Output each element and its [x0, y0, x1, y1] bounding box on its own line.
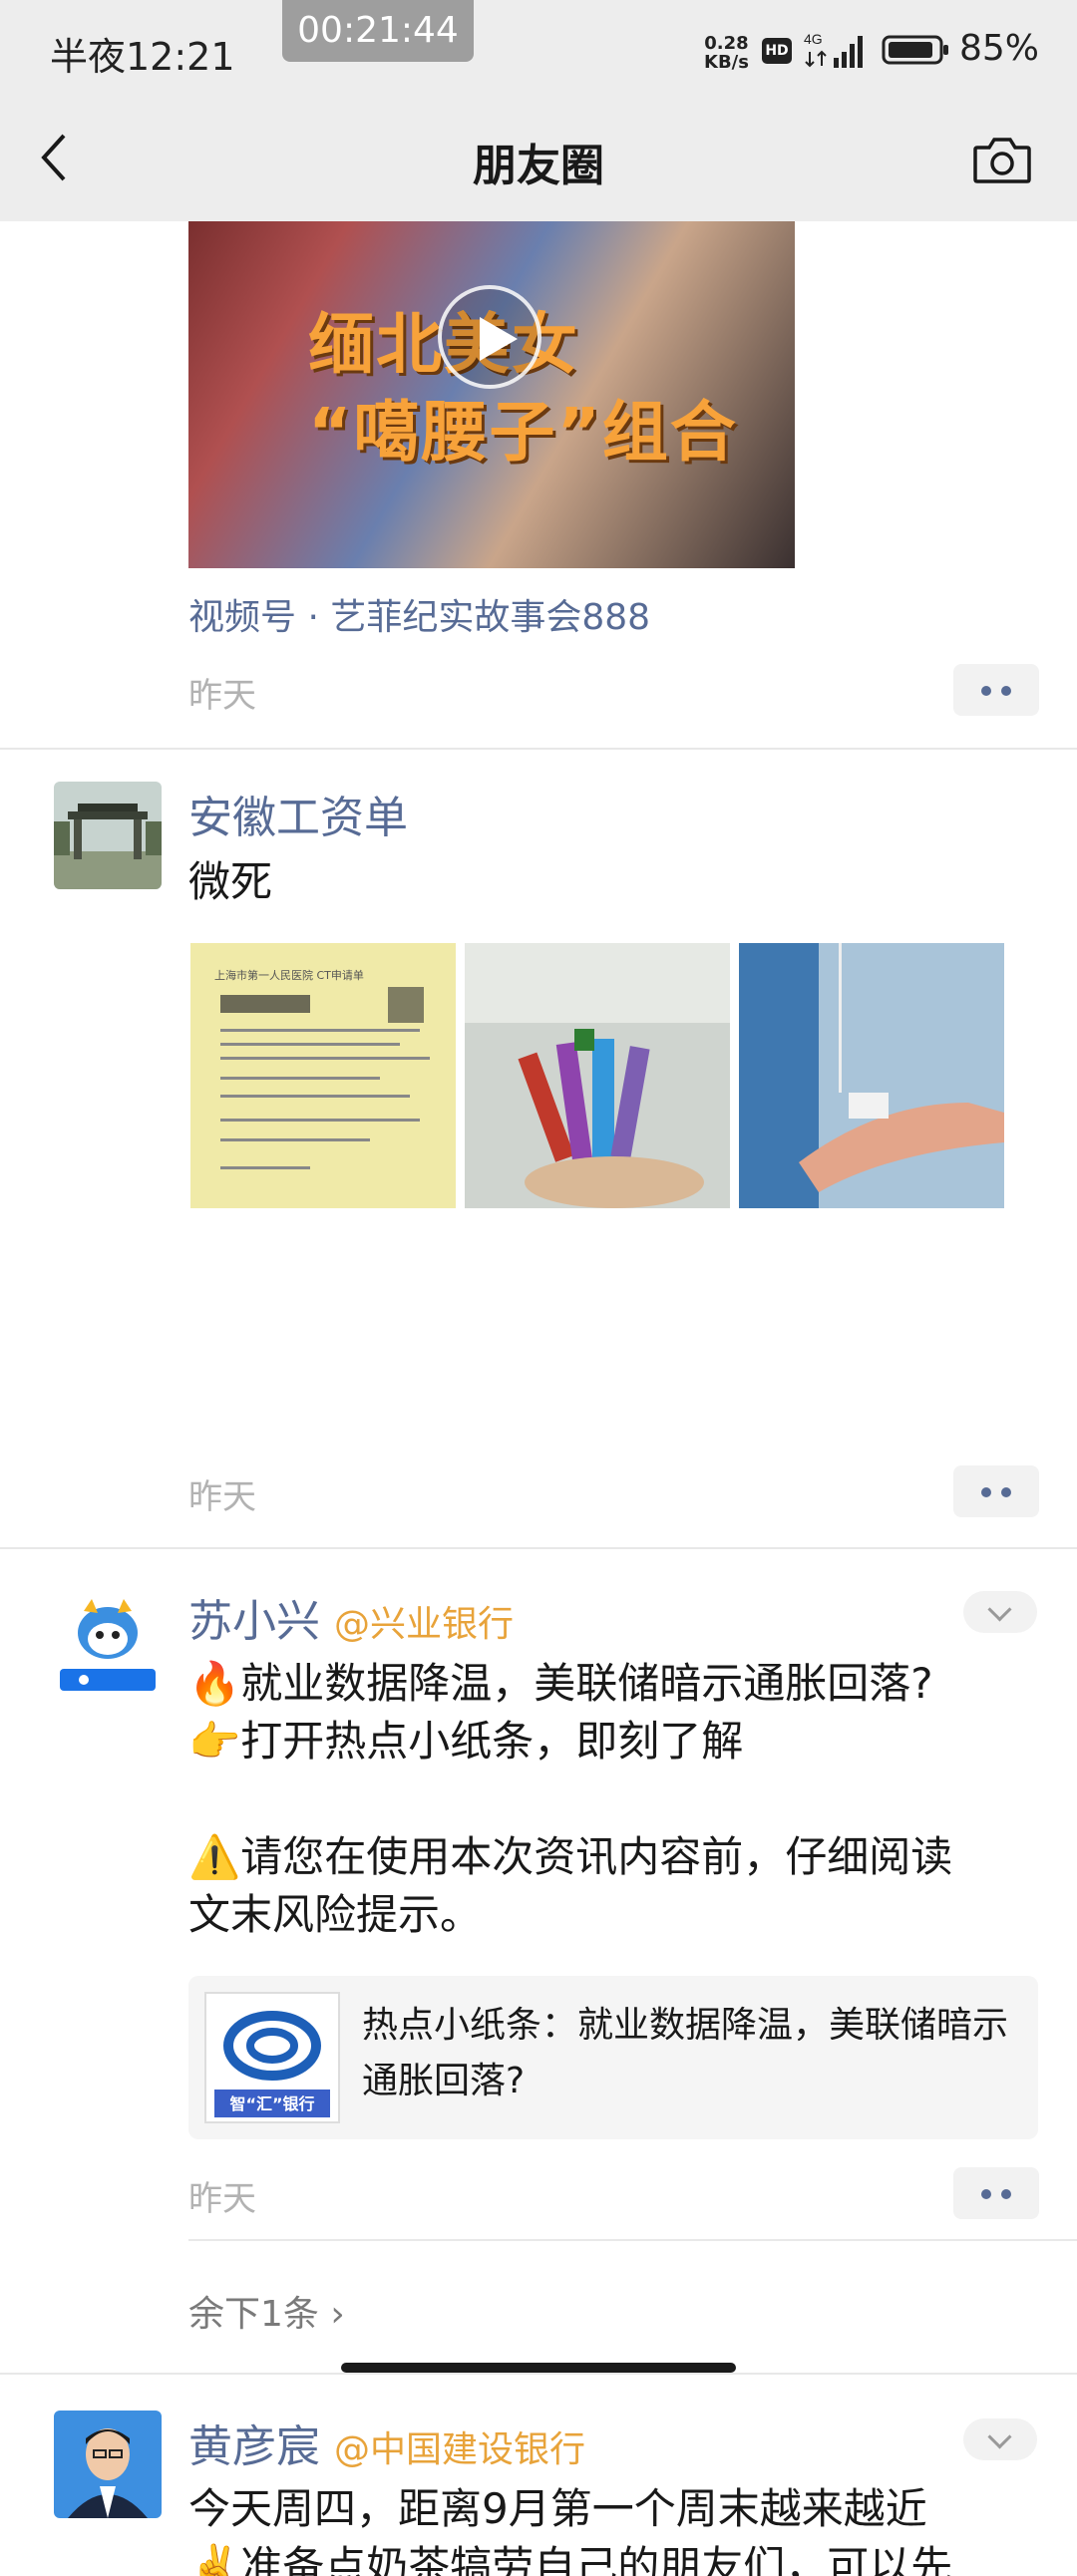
hd-badge: HD [762, 38, 792, 64]
post-text-line: 🔥就业数据降温，美联储暗示通胀回落? [188, 1659, 933, 1708]
network-type: 4G [804, 31, 823, 47]
author-name[interactable]: 安徽工资单 [188, 782, 408, 845]
author-handle[interactable]: @兴业银行 [334, 1604, 514, 1645]
photo[interactable]: 上海市第一人民医院 CT申请单 [190, 943, 456, 1208]
avatar[interactable] [54, 1589, 162, 1697]
post-time: 昨天 [188, 2179, 256, 2219]
battery-percent: 85% [959, 28, 1040, 69]
collapse-chevron-button[interactable] [963, 2418, 1037, 2460]
avatar-gate-image [54, 782, 162, 889]
divider [0, 1547, 1077, 1549]
post-text: 微死 [188, 857, 273, 906]
card-brand: 智“汇”银行 [229, 2094, 314, 2113]
network-speed: 0.28 KB/s [704, 34, 749, 72]
net-speed-unit: KB/s [704, 52, 749, 73]
post-time: 昨天 [188, 1477, 256, 1517]
camera-icon[interactable] [971, 136, 1033, 185]
top-bar: 半夜12:21 00:21:44 0.28 KB/s HD 4G 85% 朋友圈 [0, 0, 1077, 221]
nav-bar: 朋友圈 [0, 100, 1077, 221]
divider [188, 2239, 1077, 2241]
screen-record-timer[interactable]: 00:21:44 [282, 0, 474, 62]
post-text-line: ⚠️请您在使用本次资讯内容前，仔细阅读 [188, 1832, 953, 1881]
more-options-button[interactable] [953, 664, 1039, 716]
status-bar: 半夜12:21 00:21:44 0.28 KB/s HD 4G 85% [0, 0, 1077, 100]
divider [0, 2373, 1077, 2375]
avatar[interactable] [54, 782, 162, 889]
divider [0, 748, 1077, 750]
more-options-button[interactable] [953, 2167, 1039, 2219]
avatar-portrait-image [54, 2411, 162, 2518]
signal-icon: 4G [804, 31, 863, 68]
author-name[interactable]: 黄彦宸 @中国建设银行 [188, 2411, 585, 2474]
blood-tubes-image [465, 943, 730, 1208]
post-text-line: 👉打开热点小纸条，即刻了解 [188, 1717, 744, 1766]
author-name-text: 苏小兴 [188, 1596, 320, 1647]
avatar[interactable] [54, 2411, 162, 2518]
photo-grid: 上海市第一人民医院 CT申请单 [190, 943, 1008, 1208]
play-icon[interactable] [438, 285, 541, 389]
photo[interactable] [465, 943, 730, 1208]
remaining-posts-link[interactable]: 余下1条 › [188, 2285, 345, 2337]
page-title: 朋友圈 [473, 141, 604, 191]
bank-logo-icon: 智“汇”银行 [204, 1992, 340, 2123]
post-text: 🔥就业数据降温，美联储暗示通胀回落? 👉打开热点小纸条，即刻了解 ⚠️请您在使用… [188, 1655, 1036, 1944]
post-time: 昨天 [188, 676, 256, 716]
author-name-text: 黄彦宸 [188, 2421, 320, 2472]
video-overlay-text: “噶腰子”组合 [308, 394, 738, 471]
more-options-button[interactable] [953, 1465, 1039, 1517]
avatar-mascot-image [54, 1589, 162, 1697]
post-text-line: 今天周四，距离9月第一个周末越来越近 [188, 2484, 927, 2533]
channel-link[interactable]: 视频号 · 艺菲纪实故事会888 [188, 588, 650, 640]
author-name[interactable]: 苏小兴 @兴业银行 [188, 1585, 514, 1649]
link-card-title: 热点小纸条：就业数据降温，美联储暗示通胀回落? [362, 2005, 1009, 2101]
post-text-line: 文末风险提示。 [188, 1890, 483, 1939]
post-text: 今天周四，距离9月第一个周末越来越近 ✌️准备点奶茶犒劳自己的朋友们，可以先 [188, 2480, 1036, 2576]
status-time: 半夜12:21 [50, 35, 235, 79]
author-handle[interactable]: @中国建设银行 [334, 2429, 585, 2470]
video-thumbnail[interactable]: 缅北美女 “噶腰子”组合 [188, 221, 795, 568]
ct-form-caption: 上海市第一人民医院 CT申请单 [214, 968, 364, 982]
ct-form-image: 上海市第一人民医院 CT申请单 [190, 943, 456, 1208]
net-speed-value: 0.28 [704, 33, 749, 54]
collapse-chevron-button[interactable] [963, 1591, 1037, 1633]
photo[interactable] [739, 943, 1004, 1208]
link-card[interactable]: 智“汇”银行 热点小纸条：就业数据降温，美联储暗示通胀回落? [188, 1976, 1038, 2139]
home-indicator[interactable] [341, 2363, 736, 2373]
post-text-line: ✌️准备点奶茶犒劳自己的朋友们，可以先 [188, 2542, 953, 2576]
battery-icon [882, 35, 948, 65]
iv-drip-image [739, 943, 1004, 1208]
